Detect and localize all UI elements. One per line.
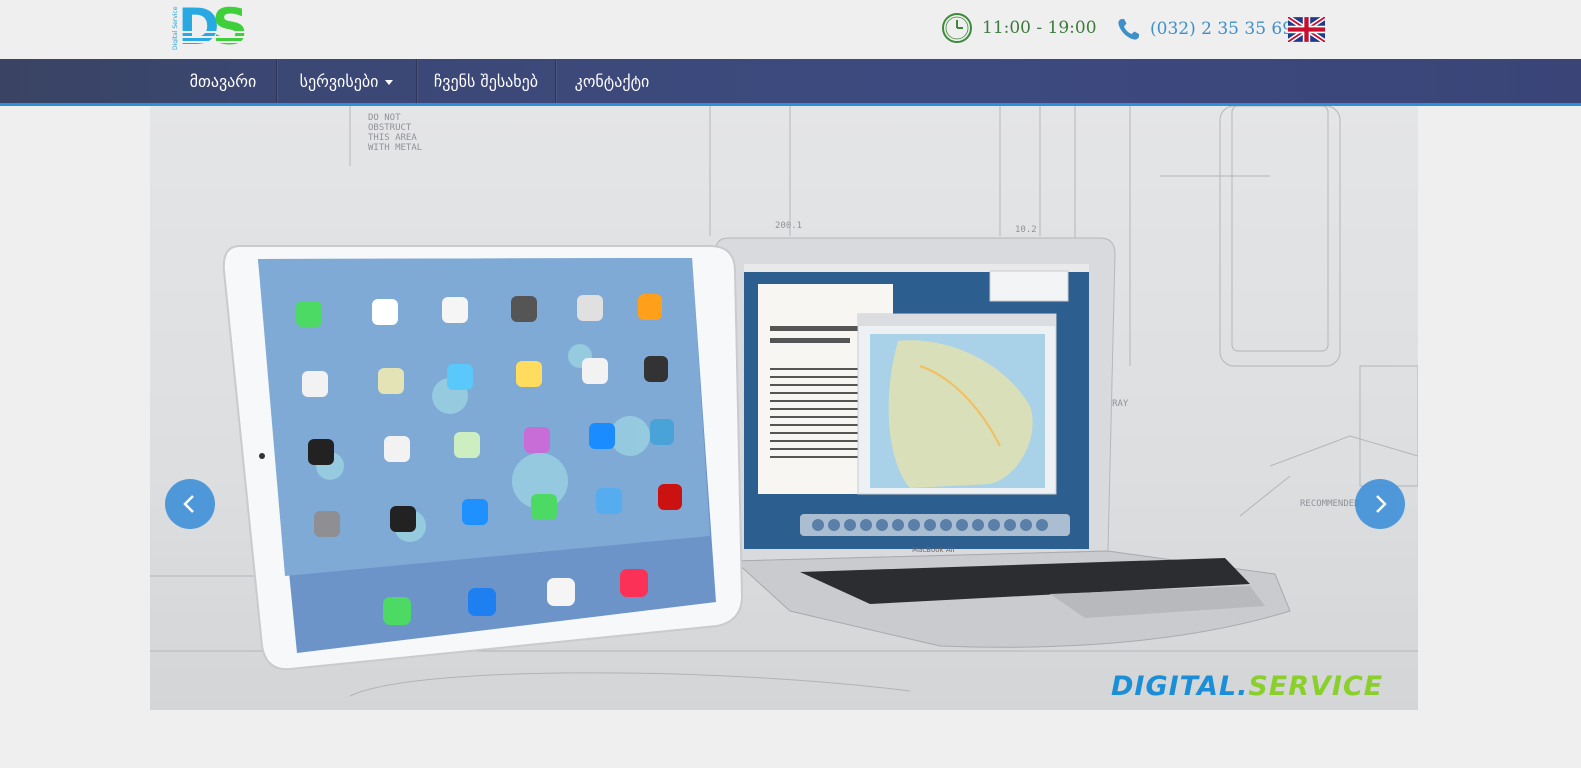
- slide-image: DO NOT OBSTRUCT THIS AREA WITH METAL 200…: [150, 106, 1418, 697]
- nav-item-about[interactable]: ჩვენს შესახებ: [418, 59, 554, 103]
- svg-text:10.2: 10.2: [1015, 225, 1037, 235]
- slider-prev-button[interactable]: [165, 479, 215, 529]
- hero-slider[interactable]: DO NOT OBSTRUCT THIS AREA WITH METAL 200…: [150, 106, 1418, 710]
- nav-item-contact[interactable]: კონტაქტი: [557, 59, 667, 103]
- phone-number[interactable]: (032) 2 35 35 69: [1150, 19, 1293, 39]
- logo-stripes: [178, 28, 258, 50]
- brand-part-service: SERVICE: [1248, 671, 1384, 702]
- svg-text:DO NOT: DO NOT: [368, 113, 401, 123]
- svg-text:OBSTRUCT: OBSTRUCT: [368, 123, 412, 133]
- nav-item-label: მთავარი: [189, 71, 257, 91]
- nav-divider: [555, 59, 556, 103]
- nav-divider: [416, 59, 417, 103]
- nav-item-label: სერვისები: [299, 71, 379, 91]
- phone-icon: [1118, 19, 1139, 40]
- nav-divider: [276, 59, 277, 103]
- slider-next-button[interactable]: [1355, 479, 1405, 529]
- svg-text:WITH METAL: WITH METAL: [368, 143, 422, 153]
- chevron-down-icon: [385, 79, 394, 85]
- svg-text:MacBook Air: MacBook Air: [912, 546, 956, 554]
- clock-icon: [942, 13, 972, 43]
- uk-flag-icon[interactable]: [1288, 17, 1325, 42]
- opening-hours: 11:00 - 19:00: [941, 12, 1097, 44]
- nav-item-label: ჩვენს შესახებ: [433, 71, 539, 91]
- svg-text:200.1: 200.1: [775, 221, 802, 231]
- site-logo[interactable]: Digital Service D S: [172, 0, 258, 56]
- header: Digital Service D S 11:00 - 19:00 (032) …: [0, 0, 1581, 59]
- brand-part-digital: DIGITAL.: [1111, 671, 1249, 702]
- laptop-illustration: MacBook Air: [714, 237, 1291, 648]
- hours-text: 11:00 - 19:00: [982, 18, 1097, 38]
- main-navigation: მთავარი სერვისები ჩვენს შესახებ კონტაქტი: [0, 59, 1581, 106]
- chevron-left-icon: [183, 495, 194, 513]
- svg-text:RECOMMENDED: RECOMMENDED: [1300, 499, 1360, 509]
- tablet-illustration: [222, 245, 744, 671]
- nav-item-label: კონტაქტი: [574, 71, 650, 91]
- svg-text:THIS AREA: THIS AREA: [368, 133, 417, 143]
- chevron-right-icon: [1376, 495, 1387, 513]
- slide-brand-logo: DIGITAL.SERVICE: [1111, 671, 1383, 702]
- nav-item-services[interactable]: სერვისები: [278, 59, 415, 103]
- nav-item-home[interactable]: მთავარი: [172, 59, 274, 103]
- phone-contact[interactable]: (032) 2 35 35 69: [1116, 14, 1293, 44]
